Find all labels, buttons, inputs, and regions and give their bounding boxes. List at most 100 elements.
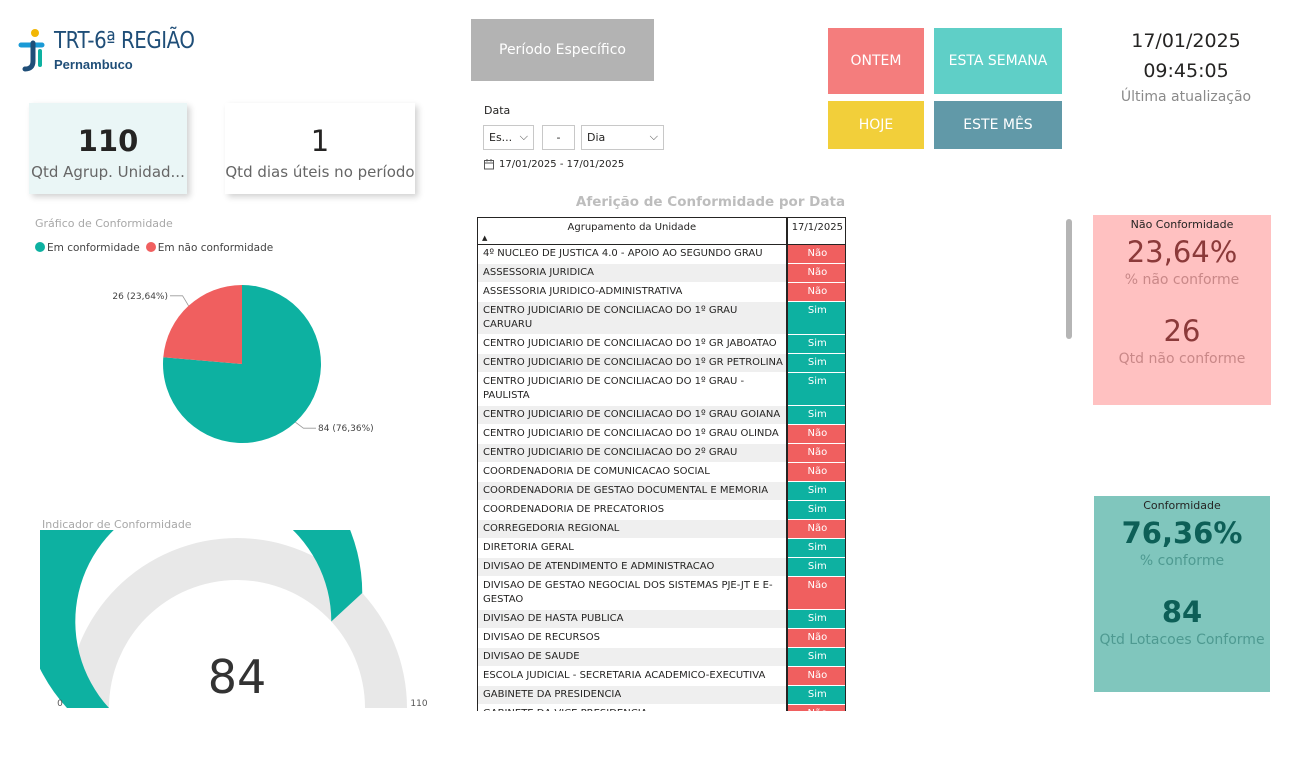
pie-leader-nao-conforme	[170, 295, 189, 307]
table-title: Aferição de Conformidade por Data	[575, 194, 846, 210]
last-update-time: 09:45:05	[1143, 60, 1229, 82]
pie-label-conforme: 84 (76,36%)	[318, 424, 374, 434]
gauge-value: 84	[208, 650, 267, 704]
table-cell-status: Sim	[786, 500, 845, 520]
legend-dot-conforme	[35, 242, 45, 252]
table-row[interactable]: GABINETE DA PRESIDENCIA Sim	[478, 685, 845, 705]
nao-conformidade-card: Não Conformidade 23,64% % não conforme 2…	[1093, 215, 1271, 405]
table-cell-status: Não	[786, 263, 845, 283]
conformidade-pct-label: % conforme	[1139, 553, 1225, 569]
conformidade-card: Conformidade 76,36% % conforme 84 Qtd Lo…	[1094, 496, 1270, 692]
kpi-card-agrup: 110 Qtd Agrup. Unidad...	[29, 103, 187, 194]
kpi-dias-label: Qtd dias úteis no período	[225, 163, 415, 181]
pie-chart-title: Gráfico de Conformidade	[35, 217, 173, 230]
table-cell-status: Não	[786, 443, 845, 463]
conformidade-qtd-label: Qtd Lotacoes Conforme	[1099, 632, 1265, 648]
table-cell-unit: CENTRO JUDICIARIO DE CONCILIACAO DO 1º G…	[478, 424, 788, 444]
calendar-icon	[484, 159, 494, 170]
kpi-dias-value: 1	[310, 124, 330, 158]
nao-conformidade-title: Não Conformidade	[1130, 218, 1234, 231]
table-row[interactable]: COORDENADORIA DE GESTAO DOCUMENTAL E MEM…	[478, 481, 845, 501]
table-cell-status: Sim	[786, 609, 845, 629]
ontem-button[interactable]: ONTEM	[828, 28, 924, 94]
hoje-button[interactable]: HOJE	[828, 101, 924, 149]
date-mode-select[interactable]: Es... ⌵	[483, 125, 534, 150]
table-row[interactable]: ASSESSORIA JURIDICO-ADMINISTRATIVA Não	[478, 282, 845, 302]
column-header-unit[interactable]: Agrupamento da Unidade ▲	[478, 218, 788, 245]
legend-label-nao-conforme: Em não conformidade	[157, 242, 274, 254]
esta-semana-button[interactable]: ESTA SEMANA	[934, 28, 1062, 94]
legend-item-conforme[interactable]: Em conformidade	[35, 242, 140, 254]
last-update-date: 17/01/2025	[1131, 30, 1241, 52]
table-cell-status: Sim	[786, 405, 845, 425]
table-cell-unit: COORDENADORIA DE COMUNICACAO SOCIAL	[478, 462, 788, 482]
table-row[interactable]: CENTRO JUDICIARIO DE CONCILIACAO DO 1º G…	[478, 372, 845, 406]
table-row[interactable]: DIRETORIA GERAL Sim	[478, 538, 845, 558]
gauge-min: 0	[57, 699, 63, 709]
trt6-logo-icon	[18, 29, 45, 72]
table-row[interactable]: 4º NUCLEO DE JUSTICA 4.0 - APOIO AO SEGU…	[478, 244, 845, 264]
column-header-unit-label: Agrupamento da Unidade	[567, 222, 697, 233]
table-row[interactable]: CENTRO JUDICIARIO DE CONCILIACAO DO 1º G…	[478, 405, 845, 425]
pie-leader-conforme	[295, 421, 316, 429]
date-amount-input[interactable]: -	[542, 125, 575, 150]
table-row[interactable]: GABINETE DA VICE PRESIDENCIANão	[478, 704, 845, 711]
table-cell-status: Não	[786, 244, 845, 264]
table-row[interactable]: COORDENADORIA DE PRECATORIOS Sim	[478, 500, 845, 520]
table-cell-unit: DIVISAO DE SAUDE	[478, 647, 788, 667]
conformidade-qtd: 84	[1161, 595, 1203, 629]
table-row[interactable]: DIVISAO DE HASTA PUBLICA Sim	[478, 609, 845, 629]
conformidade-pct: 76,36%	[1121, 516, 1243, 550]
table-row[interactable]: DIVISAO DE RECURSOS Não	[478, 628, 845, 648]
table-cell-status: Não	[786, 519, 845, 539]
pie-legend: Em conformidade Em não conformidade	[35, 242, 273, 254]
table-row[interactable]: CENTRO JUDICIARIO DE CONCILIACAO DO 1º G…	[478, 353, 845, 373]
table-cell-status: Sim	[786, 334, 845, 354]
chevron-down-icon: ⌵	[649, 130, 658, 143]
table-row[interactable]: ESCOLA JUDICIAL - SECRETARIA ACADEMICO-E…	[478, 666, 845, 686]
kpi-agrup-value: 110	[77, 124, 139, 158]
table-cell-unit: ASSESSORIA JURIDICO-ADMINISTRATIVA	[478, 282, 788, 302]
table-cell-unit: CENTRO JUDICIARIO DE CONCILIACAO DO 1º G…	[478, 301, 788, 335]
pie-chart: 26 (23,64%) 84 (76,36%)	[112, 285, 374, 443]
table-cell-unit: GABINETE DA PRESIDENCIA	[478, 685, 788, 705]
table-row[interactable]: DIVISAO DE ATENDIMENTO E ADMINISTRACAO Si…	[478, 557, 845, 577]
table-row[interactable]: DIVISAO DE GESTAO NEGOCIAL DOS SISTEMAS …	[478, 576, 845, 610]
date-range-text: 17/01/2025 - 17/01/2025	[499, 159, 625, 170]
table-row[interactable]: ASSESSORIA JURIDICA Não	[478, 263, 845, 283]
pie-label-nao-conforme: 26 (23,64%)	[112, 292, 168, 302]
table-row[interactable]: CENTRO JUDICIARIO DE CONCILIACAO DO 1º G…	[478, 424, 845, 444]
table-cell-unit: ASSESSORIA JURIDICA	[478, 263, 788, 283]
table-row[interactable]: COORDENADORIA DE COMUNICACAO SOCIAL Não	[478, 462, 845, 482]
table-cell-unit: CENTRO JUDICIARIO DE CONCILIACAO DO 1º G…	[478, 353, 788, 373]
table-cell-unit: DIVISAO DE HASTA PUBLICA	[478, 609, 788, 629]
table-row[interactable]: CORREGEDORIA REGIONAL Não	[478, 519, 845, 539]
column-header-date[interactable]: 17/1/2025	[786, 218, 845, 245]
periodo-especifico-button[interactable]: Período Específico	[471, 19, 654, 81]
table-cell-unit: CENTRO JUDICIARIO DE CONCILIACAO DO 2º G…	[478, 443, 788, 463]
table-row[interactable]: DIVISAO DE SAUDE Sim	[478, 647, 845, 667]
table-cell-unit: CENTRO JUDICIARIO DE CONCILIACAO DO 1º G…	[478, 405, 788, 425]
table-cell-status: Sim	[786, 557, 845, 577]
table-row[interactable]: CENTRO JUDICIARIO DE CONCILIACAO DO 2º G…	[478, 443, 845, 463]
este-mes-button[interactable]: ESTE MÊS	[934, 101, 1062, 149]
table-cell-unit: COORDENADORIA DE GESTAO DOCUMENTAL E MEM…	[478, 481, 788, 501]
nao-conformidade-qtd: 26	[1163, 314, 1201, 348]
kpi-agrup-label: Qtd Agrup. Unidad...	[31, 163, 185, 181]
legend-item-nao-conforme[interactable]: Em não conformidade	[145, 242, 274, 254]
nao-conformidade-pct-label: % não conforme	[1124, 272, 1240, 288]
table-row[interactable]: CENTRO JUDICIARIO DE CONCILIACAO DO 1º G…	[478, 301, 845, 335]
conformity-table[interactable]: Agrupamento da Unidade ▲ 17/1/2025 4º NUC…	[477, 217, 846, 711]
table-row[interactable]: CENTRO JUDICIARIO DE CONCILIACAO DO 1º G…	[478, 334, 845, 354]
date-unit-select[interactable]: Dia ⌵	[581, 125, 664, 150]
sort-ascending-icon[interactable]: ▲	[482, 234, 487, 242]
table-cell-status: Sim	[786, 481, 845, 501]
pie-slice-nao-conforme[interactable]	[163, 285, 242, 364]
legend-label-conforme: Em conformidade	[47, 242, 140, 254]
table-cell-unit: DIVISAO DE RECURSOS	[478, 628, 788, 648]
table-cell-status: Sim	[786, 372, 845, 406]
trt6-logo: TRT-6ª REGIÃO Pernambuco	[18, 27, 218, 75]
table-scrollbar-thumb[interactable]	[1066, 219, 1072, 339]
date-range: 17/01/2025 - 17/01/2025	[484, 159, 624, 170]
table-cell-unit: ESCOLA JUDICIAL - SECRETARIA ACADEMICO-E…	[478, 666, 788, 686]
